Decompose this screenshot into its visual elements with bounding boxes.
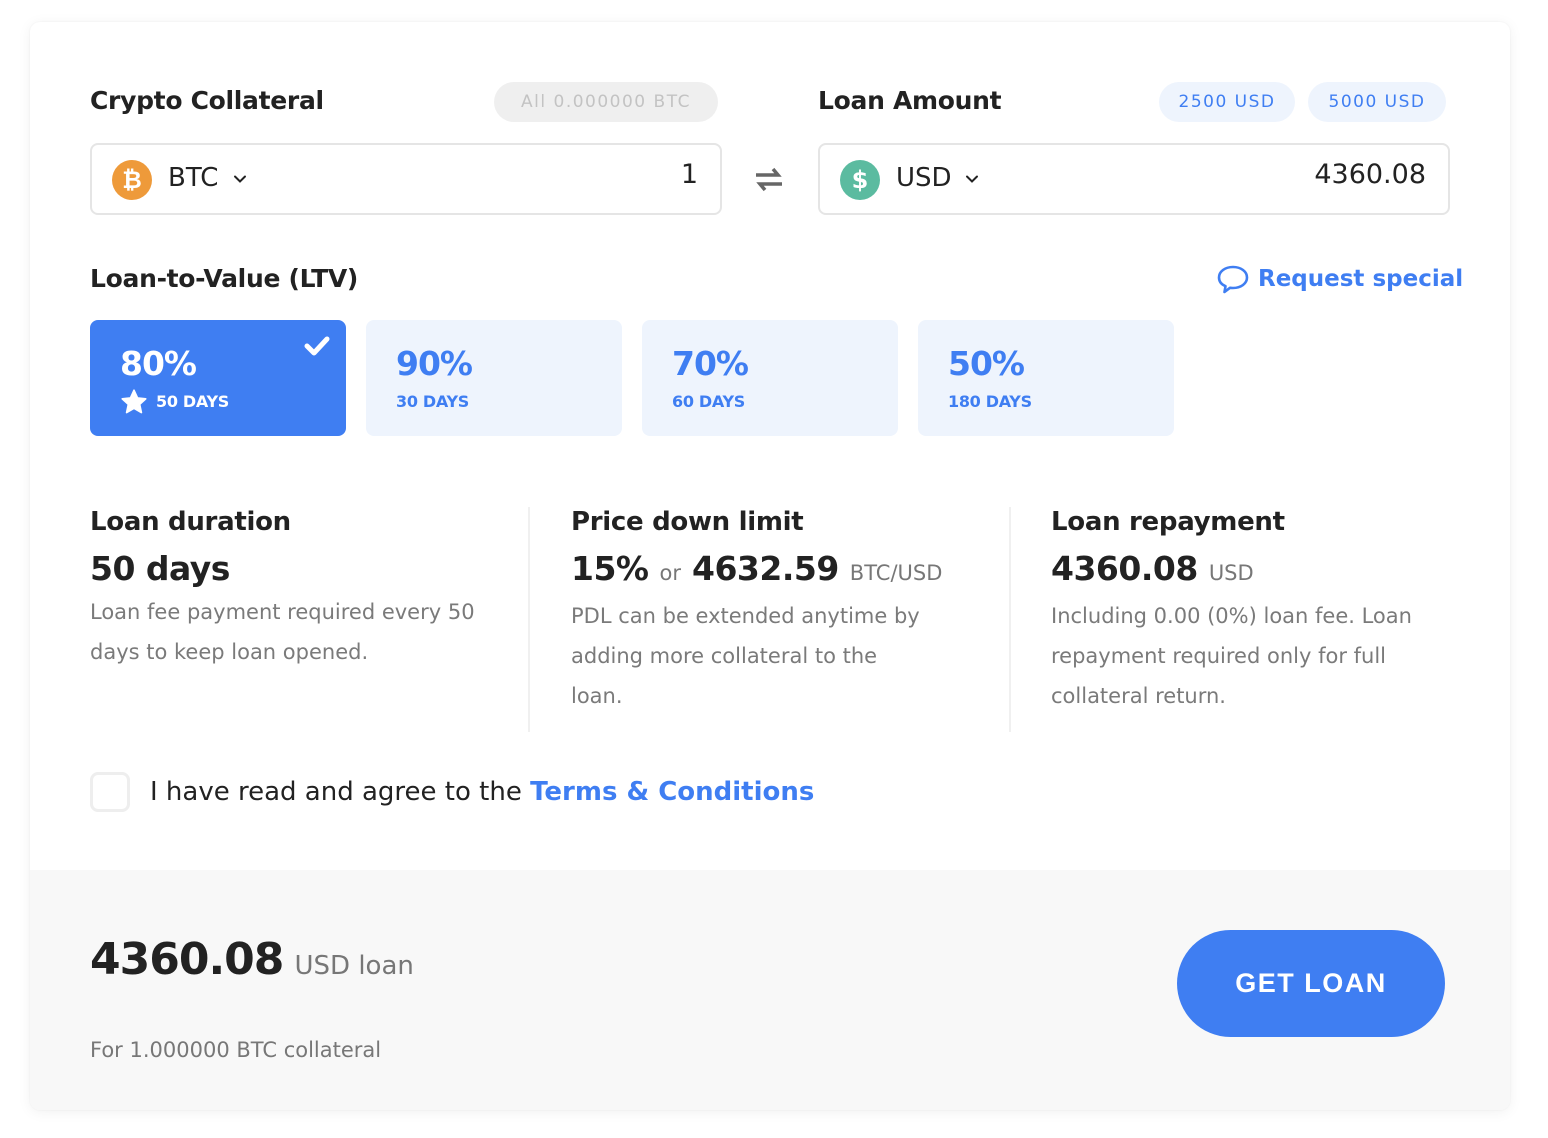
collateral-currency-label: BTC [168,163,219,193]
collateral-currency-select[interactable]: BTC [92,145,262,213]
loan-currency-label: USD [896,163,952,193]
loan-calculator-card: Crypto Collateral All 0.000000 BTC ₿ BTC… [30,22,1510,1110]
preset-5000-button[interactable]: 5000 USD [1308,82,1446,122]
ltv-percent: 90% [396,344,473,383]
pdl-percent: 15% [571,549,649,588]
repayment-unit: USD [1208,561,1254,585]
price-down-limit-section: Price down limit 15% or 4632.59 BTC/USD … [571,507,942,716]
loan-amount-field: $ USD [818,143,1450,215]
pdl-pair: BTC/USD [849,561,943,585]
collateral-field: ₿ BTC [90,143,722,215]
swap-arrows-icon[interactable] [752,163,786,195]
terms-checkbox[interactable] [90,772,130,812]
ltv-days: 60 DAYS [672,392,745,411]
checkmark-icon [304,336,330,356]
pdl-title: Price down limit [571,507,804,537]
loan-summary-footer: 4360.08 USD loan For 1.000000 BTC collat… [30,870,1510,1110]
loan-amount-title: Loan Amount [818,86,1002,115]
divider [1009,507,1011,732]
ltv-option-90[interactable]: 90% 30 DAYS [366,320,622,436]
terms-text: I have read and agree to the [150,777,531,807]
ltv-percent: 70% [672,344,749,383]
ltv-percent: 50% [948,344,1025,383]
ltv-days: 180 DAYS [948,392,1032,411]
loan-currency-select[interactable]: USD [820,145,990,213]
ltv-days: 50 DAYS [156,392,229,411]
divider [528,507,530,732]
pdl-or: or [659,561,681,585]
terms-label: I have read and agree to the Terms & Con… [150,777,814,807]
ltv-days: 30 DAYS [396,392,469,411]
chat-bubble-icon [1217,265,1249,294]
loan-amount-input[interactable] [1126,159,1426,190]
get-loan-button[interactable]: GET LOAN [1177,930,1445,1037]
preset-2500-button[interactable]: 2500 USD [1159,82,1295,122]
loan-duration-section: Loan duration 50 days Loan fee payment r… [90,507,490,672]
collateral-amount-input[interactable] [398,159,698,190]
loan-duration-value: 50 days [90,549,230,588]
summary-unit: USD loan [294,951,414,981]
ltv-option-50[interactable]: 50% 180 DAYS [918,320,1174,436]
loan-repayment-section: Loan repayment 4360.08 USD Including 0.0… [1051,507,1431,716]
request-special-link[interactable]: Request special [1216,262,1463,296]
all-collateral-button[interactable]: All 0.000000 BTC [494,82,718,122]
terms-link[interactable]: Terms & Conditions [530,777,814,807]
repayment-value: 4360.08 [1051,549,1198,588]
loan-duration-title: Loan duration [90,507,291,537]
summary-amount: 4360.08 [90,934,284,985]
summary-subtext: For 1.000000 BTC collateral [90,1038,382,1062]
star-icon [121,389,147,414]
ltv-title: Loan-to-Value (LTV) [90,264,359,293]
ltv-percent: 80% [120,344,197,383]
request-special-label: Request special [1258,266,1464,292]
ltv-option-80[interactable]: 80% 50 DAYS [90,320,346,436]
loan-duration-description: Loan fee payment required every 50 days … [90,600,475,664]
chevron-down-icon [966,175,978,183]
pdl-description: PDL can be extended anytime by adding mo… [571,604,920,708]
collateral-title: Crypto Collateral [90,86,324,115]
repayment-description: Including 0.00 (0%) loan fee. Loan repay… [1051,604,1412,708]
chevron-down-icon [234,175,246,183]
repayment-title: Loan repayment [1051,507,1285,537]
pdl-price: 4632.59 [691,549,839,588]
ltv-option-70[interactable]: 70% 60 DAYS [642,320,898,436]
